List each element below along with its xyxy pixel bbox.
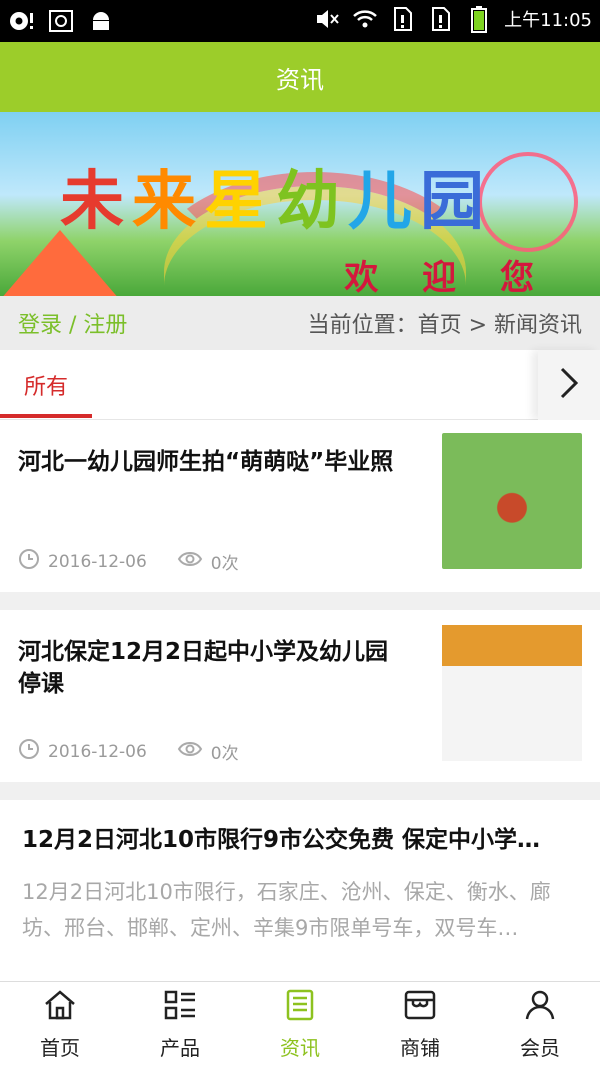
article-title: 河北一幼儿园师生拍“萌萌哒”毕业照 — [18, 449, 394, 475]
app-bar: 资讯 — [0, 42, 600, 112]
nav-item-home[interactable]: 首页 — [0, 982, 120, 1067]
battery-icon — [466, 6, 492, 33]
nav-item-products[interactable]: 产品 — [120, 982, 240, 1067]
article-date: 2016-12-06 — [48, 741, 147, 762]
list-item[interactable]: 河北保定12月2日起中小学及幼儿园停课 2016-12-06 0次 — [0, 610, 600, 782]
banner-title: 未来星幼儿园 — [60, 150, 492, 242]
list-item[interactable]: 12月2日河北10市限行9市公交免费 保定中小学… 12月2日河北10市限行，石… — [0, 800, 600, 981]
banner-welcome: 欢 迎 您 — [344, 258, 550, 296]
nav-item-news[interactable]: 资讯 — [240, 982, 360, 1067]
banner-title-char: 来 — [132, 165, 204, 239]
nav-item-label: 产品 — [160, 1035, 200, 1060]
list-item[interactable]: 河北一幼儿园师生拍“萌萌哒”毕业照 2016-12-06 0次 — [0, 420, 600, 592]
banner-title-char: 星 — [204, 165, 276, 239]
tabs-more-button[interactable] — [538, 350, 600, 420]
article-views: 0次 — [210, 554, 239, 574]
article-title: 12月2日河北10市限行9市公交免费 保定中小学… — [22, 827, 541, 853]
grid-list-icon — [163, 989, 197, 1026]
article-thumbnail[interactable] — [442, 433, 582, 569]
sim1-icon — [390, 6, 416, 32]
status-bar: 上午11:05 — [0, 0, 600, 42]
breadcrumb-bar: 登录 / 注册 当前位置：首页 > 新闻资讯 — [0, 296, 600, 350]
bottom-nav: 首页 产品 资讯 商铺 会员 — [0, 981, 600, 1067]
banner-title-char: 未 — [60, 165, 132, 239]
tab-all[interactable]: 所有 — [0, 350, 92, 420]
sim2-icon — [428, 6, 454, 32]
status-time: 上午11:05 — [504, 10, 592, 31]
clock-icon — [18, 738, 40, 765]
shop-icon — [403, 989, 437, 1026]
home-icon — [43, 989, 77, 1026]
eye-icon — [177, 738, 203, 765]
notification-icon — [8, 8, 34, 34]
user-icon — [524, 989, 556, 1026]
ferris-wheel-decoration — [478, 152, 578, 252]
eye-icon — [177, 548, 203, 575]
article-meta: 2016-12-06 0次 — [18, 548, 239, 575]
screenshot-icon — [48, 8, 74, 34]
clock-icon — [18, 548, 40, 575]
article-summary: 12月2日河北10市限行，石家庄、沧州、保定、衡水、廊坊、邢台、邯郸、定州、辛集… — [22, 880, 551, 940]
page-title: 资讯 — [276, 65, 324, 94]
breadcrumb: 当前位置：首页 > 新闻资讯 — [307, 313, 582, 338]
news-icon — [284, 989, 316, 1026]
android-icon — [88, 8, 114, 34]
article-date: 2016-12-06 — [48, 551, 147, 572]
banner-title-char: 园 — [420, 165, 492, 239]
nav-item-label: 商铺 — [400, 1035, 440, 1060]
banner-title-char: 儿 — [348, 165, 420, 239]
article-meta: 2016-12-06 0次 — [18, 738, 239, 765]
nav-item-label: 首页 — [40, 1035, 80, 1060]
chevron-right-icon — [558, 366, 580, 404]
banner-title-char: 幼 — [276, 165, 348, 239]
wifi-icon — [352, 6, 378, 32]
banner-image[interactable]: 未来星幼儿园 欢 迎 您 — [0, 112, 600, 296]
nav-item-shop[interactable]: 商铺 — [360, 982, 480, 1067]
login-register-link[interactable]: 登录 / 注册 — [18, 307, 127, 339]
nav-item-label: 资讯 — [280, 1035, 320, 1060]
article-views: 0次 — [210, 744, 239, 764]
category-tabs: 所有 — [0, 350, 600, 420]
nav-item-member[interactable]: 会员 — [480, 982, 600, 1067]
article-title: 河北保定12月2日起中小学及幼儿园停课 — [18, 639, 389, 697]
article-thumbnail[interactable] — [442, 625, 582, 761]
mute-icon — [314, 6, 340, 32]
nav-item-label: 会员 — [520, 1035, 560, 1060]
